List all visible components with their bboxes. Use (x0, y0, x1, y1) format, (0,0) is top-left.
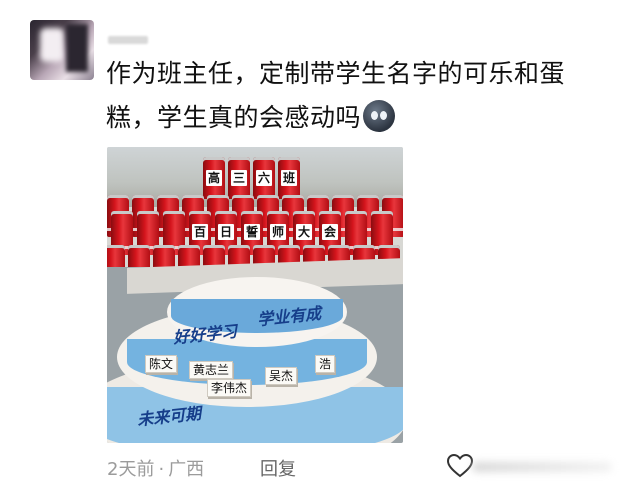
cola-can: 六 (253, 157, 275, 199)
reply-button[interactable]: 回复 (260, 455, 296, 481)
can-character: 高 (206, 170, 222, 186)
cola-can-stack: 高三六班百日誓师大会 (107, 155, 403, 275)
user-avatar[interactable] (30, 20, 94, 80)
can-character: 会 (322, 224, 338, 240)
like-count-redacted (472, 462, 612, 472)
name-tag: 吴杰 (265, 367, 298, 385)
name-tag: 浩 (315, 355, 336, 373)
can-character: 誓 (244, 224, 260, 240)
cola-can: 三 (228, 157, 250, 199)
post-text: 作为班主任，定制带学生名字的可乐和蛋糕，学生真的会感动吗 (106, 52, 606, 140)
name-tag: 李伟杰 (207, 379, 252, 397)
post-location: 广西 (168, 459, 205, 480)
can-character: 日 (218, 224, 234, 240)
can-character: 三 (231, 170, 247, 186)
heart-icon[interactable] (447, 454, 473, 478)
can-character: 大 (296, 224, 312, 240)
name-tag: 黄志兰 (189, 361, 234, 379)
can-character: 百 (192, 224, 208, 240)
avatar-blur (40, 28, 64, 62)
post-time: 2天前 (107, 459, 155, 480)
can-character: 班 (281, 170, 297, 186)
meta-separator: · (158, 459, 165, 480)
can-character: 六 (256, 170, 272, 186)
name-tag: 陈文 (145, 355, 178, 373)
post-meta: 2天前 · 广西 (107, 455, 204, 481)
username-redacted[interactable] (108, 36, 148, 44)
thinking-face-emoji-icon (363, 100, 396, 132)
avatar-blur (66, 24, 88, 72)
cake: 好好学习 学业有成 未来可期 陈文 黄志兰 李伟杰 吴杰 浩 (107, 258, 403, 443)
post-body: 作为班主任，定制带学生名字的可乐和蛋糕，学生真的会感动吗 (106, 59, 566, 132)
post-photo[interactable]: 高三六班百日誓师大会 好好学习 学业有成 未来可期 陈文 黄志兰 李伟杰 吴杰 … (107, 147, 403, 443)
cola-can: 班 (278, 157, 300, 199)
cola-can: 高 (203, 157, 225, 199)
can-character: 师 (270, 224, 286, 240)
